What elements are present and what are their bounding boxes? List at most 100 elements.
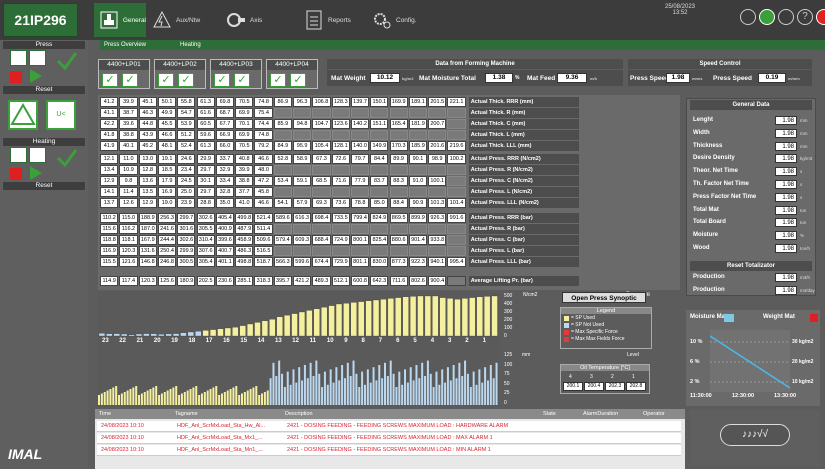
start-button[interactable] xyxy=(30,69,42,83)
lp-status-icon[interactable]: ✓ xyxy=(234,73,250,87)
subtab-heating[interactable]: Heating xyxy=(174,40,207,50)
lp-check-icon[interactable]: ✓ xyxy=(214,73,230,87)
y-tick: 100 xyxy=(504,361,513,368)
lp-status-icon[interactable]: ✓ xyxy=(178,73,194,87)
level-bar xyxy=(415,365,418,405)
auto-gear-button[interactable] xyxy=(29,50,46,66)
grid-cell: 17.9 xyxy=(157,176,177,186)
heating-manual-button[interactable] xyxy=(10,147,27,163)
grid-cell: 305.4 xyxy=(196,257,215,267)
grid-cell: 40.8 xyxy=(235,154,254,164)
level-bar xyxy=(323,371,326,405)
heating-reset-button[interactable]: Reset xyxy=(3,182,85,190)
grid-cell: 28.8 xyxy=(196,198,215,208)
grid-cell: 38.8 xyxy=(119,130,138,140)
grid-cell-empty xyxy=(447,235,466,245)
grid-cell: 711.6 xyxy=(389,276,408,286)
grid-cell: 302.6 xyxy=(177,235,196,245)
heating-auto-button[interactable] xyxy=(29,147,46,163)
level-bar xyxy=(275,376,278,405)
alarm-column-header[interactable]: Time xyxy=(99,411,111,417)
grid-cell: 33.7 xyxy=(215,154,235,164)
legend-label: = Max Specific Force xyxy=(571,329,618,335)
grid-cell: 23.4 xyxy=(177,165,196,175)
grid-cell-empty xyxy=(350,165,370,175)
lp-status-icon[interactable]: ✓ xyxy=(290,73,306,87)
chart-x-label: 3 xyxy=(448,338,452,344)
chart-x-label: 20 xyxy=(153,338,161,344)
tab-aux[interactable]: Aux/Ntw xyxy=(148,3,218,37)
level-bar xyxy=(126,390,129,405)
grid-cell: 69.9 xyxy=(235,130,254,140)
alarm-column-header[interactable]: State xyxy=(543,411,556,417)
grid-cell: 86.9 xyxy=(273,97,292,107)
general-row-label: Desire Density xyxy=(693,155,735,162)
level-bar xyxy=(238,395,241,405)
undervoltage-button[interactable]: U< xyxy=(46,100,76,130)
reset-button[interactable]: Reset xyxy=(3,86,85,94)
alarm-row[interactable]: 24/08/2023 10:10 HDF_Anl_ScrMxLoad_Sta_Mn… xyxy=(97,445,681,456)
press-check-icon xyxy=(56,50,78,72)
grid-row-label: Actual Press. RRR (bar) xyxy=(468,213,579,223)
tab-config[interactable]: Config. xyxy=(368,3,432,37)
tab-general[interactable]: General xyxy=(94,3,146,37)
oil-zone-value: 200.4 xyxy=(584,382,604,391)
legend-label: = Max Max Fields Force xyxy=(571,336,625,342)
alarm-row[interactable]: 24/08/2023 10:10 HDF_Anl_ScrMxLoad_Sta_Hw… xyxy=(97,421,681,432)
general-row-label: Width xyxy=(693,129,710,136)
level-bar-chart xyxy=(98,355,500,407)
open-press-synoptic-button[interactable]: Open Press Synoptic xyxy=(562,292,646,303)
grid-cell: 801.1 xyxy=(350,257,370,267)
network-status-icon[interactable] xyxy=(759,9,775,25)
alarm-column-header[interactable]: Description xyxy=(285,411,313,417)
tab-reports[interactable]: Reports xyxy=(300,3,364,37)
grid-cell-empty xyxy=(408,187,428,197)
grid-cell: 151.1 xyxy=(370,119,389,129)
acknowledge-alarms-button[interactable]: ♪♪♪√√ xyxy=(720,424,790,446)
subtab-press-overview[interactable]: Press Overview xyxy=(98,40,152,50)
report-document-icon xyxy=(304,10,324,30)
alarm-column-header[interactable]: AlarmDuration xyxy=(583,411,618,417)
level-bar xyxy=(198,395,201,405)
grid-cell: 70.1 xyxy=(235,119,254,129)
heating-stop-button[interactable] xyxy=(10,168,22,180)
level-bar xyxy=(309,362,312,405)
level-bar xyxy=(329,369,332,405)
heating-start-button[interactable] xyxy=(30,166,42,180)
lp-check-icon[interactable]: ✓ xyxy=(158,73,174,87)
alarm-column-header[interactable]: Operator xyxy=(643,411,665,417)
grid-cell: 120.3 xyxy=(119,246,138,256)
level-bar xyxy=(272,362,275,405)
grid-cell: 121.6 xyxy=(119,257,138,267)
level-bar xyxy=(106,390,109,405)
tab-axis[interactable]: Axis xyxy=(222,3,282,37)
level-bar xyxy=(472,371,475,405)
general-row-label: Thickness xyxy=(693,142,723,149)
level-bar xyxy=(241,393,243,405)
alarm-icon[interactable] xyxy=(816,9,825,25)
grid-cell: 799.4 xyxy=(350,213,370,223)
level-bar xyxy=(386,376,389,405)
grid-cell-empty xyxy=(350,108,370,118)
hand-manual-button[interactable] xyxy=(10,50,27,66)
pressure-bar xyxy=(269,319,276,337)
level-bar xyxy=(292,369,295,405)
settings-icon[interactable] xyxy=(740,9,756,25)
electric-warning-icon[interactable] xyxy=(8,100,38,130)
grid-cell-empty xyxy=(408,130,428,140)
pressure-bar xyxy=(232,327,239,337)
help-icon[interactable]: ? xyxy=(797,9,813,25)
reset-totalizator-button[interactable]: Reset Totalizator xyxy=(690,261,812,271)
grid-cell: 285.1 xyxy=(235,276,254,286)
lp-status-icon[interactable]: ✓ xyxy=(122,73,138,87)
stop-button[interactable] xyxy=(10,71,22,83)
alarm-row[interactable]: 24/08/2023 10:10 HDF_Anl_ScrMxLoad_Sta_Mx… xyxy=(97,433,681,444)
grid-cell: 120.3 xyxy=(138,276,157,286)
lp-check-icon[interactable]: ✓ xyxy=(270,73,286,87)
lp-check-icon[interactable]: ✓ xyxy=(102,73,118,87)
grid-cell-empty xyxy=(273,108,292,118)
grid-cell: 69.9 xyxy=(235,108,254,118)
pressure-bar xyxy=(150,333,157,337)
alarm-column-header[interactable]: Tagname xyxy=(175,411,198,417)
trend-chart-icon[interactable] xyxy=(778,9,794,25)
